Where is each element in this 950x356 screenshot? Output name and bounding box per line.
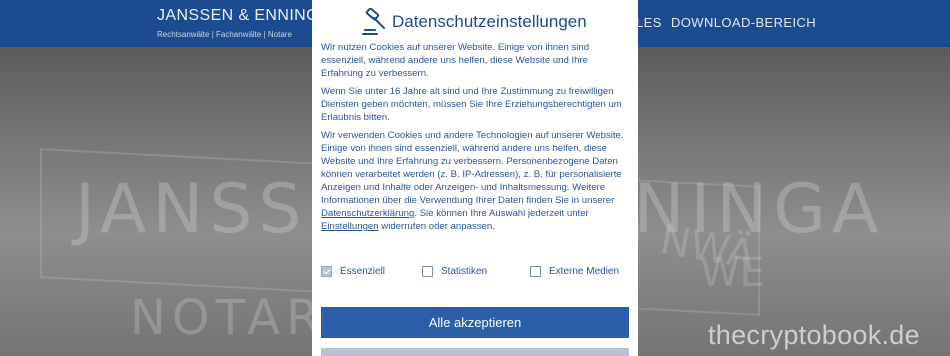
option-label: Externe Medien xyxy=(549,266,620,277)
details-text-3: widerrufen oder anpassen. xyxy=(378,221,495,232)
nav-item-download[interactable]: DOWNLOAD-BEREICH xyxy=(671,15,816,30)
option-label: Statistiken xyxy=(441,266,488,277)
details-paragraph: Wir verwenden Cookies und andere Technol… xyxy=(321,129,631,233)
statistics-checkbox[interactable] xyxy=(422,266,433,277)
option-essential[interactable]: Essenziell xyxy=(321,266,385,277)
consent-options: Essenziell Statistiken Externe Medien xyxy=(321,266,631,282)
details-text: Wir verwenden Cookies und andere Technol… xyxy=(321,130,624,206)
watermark: thecryptobook.de xyxy=(708,320,920,350)
brand-subtitle: Rechtsanwälte | Fachanwälte | Notare xyxy=(157,30,292,39)
brand-name: JANSSEN & ENNINGA xyxy=(157,7,331,24)
privacy-modal: Datenschutzeinstellungen Wir nutzen Cook… xyxy=(312,0,638,356)
modal-header: Datenschutzeinstellungen xyxy=(312,8,638,36)
option-label: Essenziell xyxy=(340,266,386,277)
external-media-checkbox[interactable] xyxy=(530,266,541,277)
essential-checkbox[interactable] xyxy=(321,266,332,277)
modal-title: Datenschutzeinstellungen xyxy=(392,12,587,31)
option-statistics[interactable]: Statistiken xyxy=(422,266,487,277)
privacy-policy-link[interactable]: Datenschutzerklärung xyxy=(321,208,414,219)
gavel-icon xyxy=(362,8,385,35)
nav-item-partial[interactable]: LES xyxy=(636,15,662,30)
accept-all-button[interactable]: Alle akzeptieren xyxy=(321,307,629,338)
settings-link[interactable]: Einstellungen xyxy=(321,221,379,232)
site-logo[interactable]: JANSSEN & ENNINGA Rechtsanwälte | Fachan… xyxy=(157,7,330,39)
intro-paragraph: Wir nutzen Cookies auf unserer Website. … xyxy=(321,42,590,79)
age-notice-paragraph: Wenn Sie unter 16 Jahre alt sind und Ihr… xyxy=(321,86,622,123)
modal-body: Wir nutzen Cookies auf unserer Website. … xyxy=(321,41,631,238)
details-text-2: . Sie können Ihre Auswahl jederzeit unte… xyxy=(414,208,589,219)
hero-side-text-2: WE xyxy=(700,250,765,296)
save-selection-button[interactable] xyxy=(321,348,629,356)
option-external-media[interactable]: Externe Medien xyxy=(530,266,619,277)
